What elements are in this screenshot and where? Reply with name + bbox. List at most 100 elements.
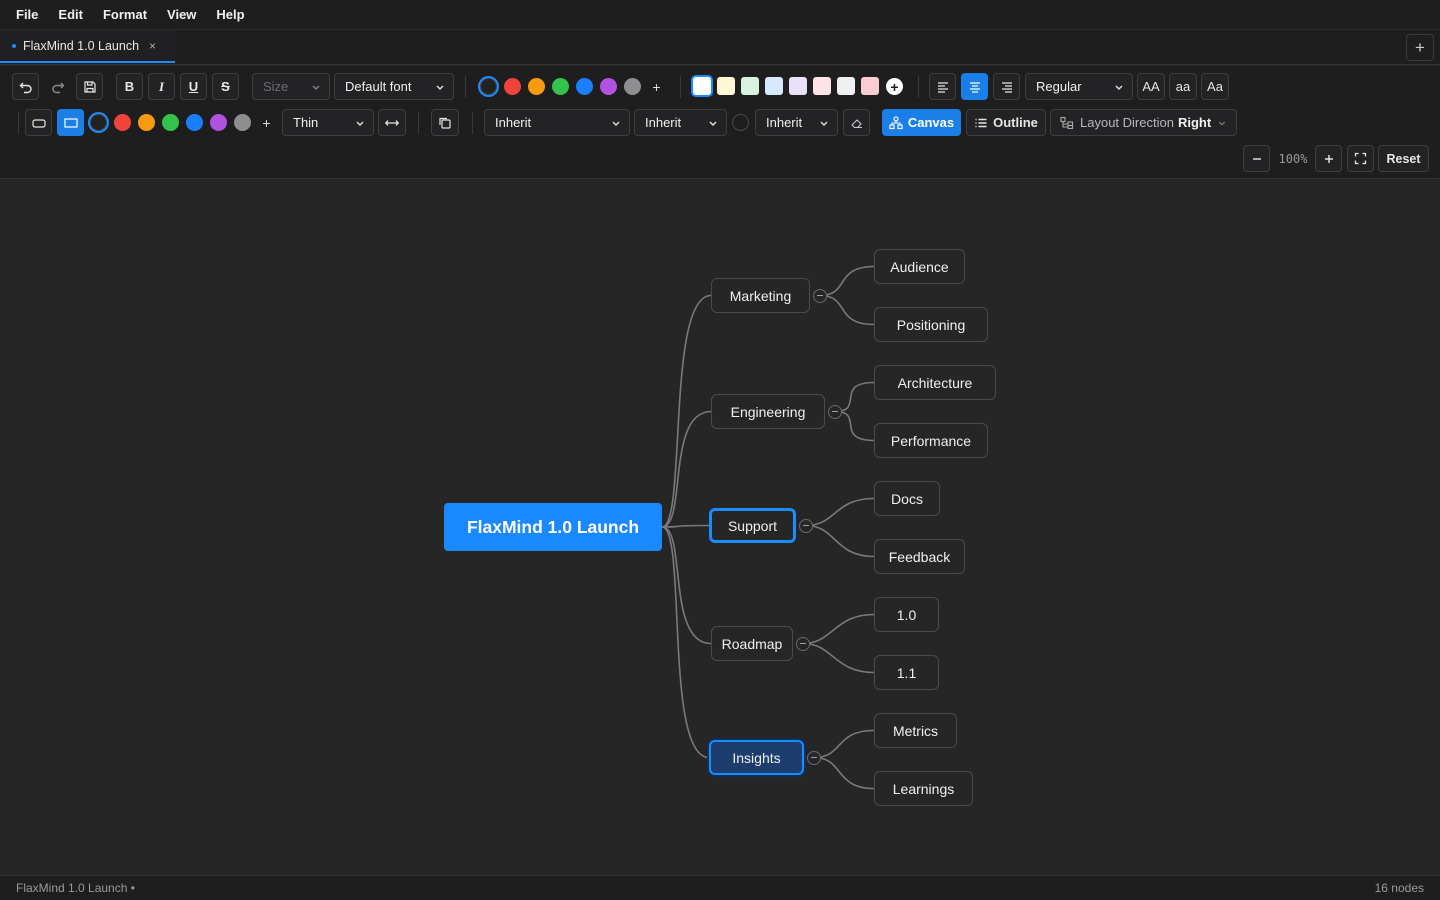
- zoom-in-button[interactable]: [1315, 145, 1342, 172]
- save-button[interactable]: [76, 73, 103, 100]
- line-style-select[interactable]: Inherit: [484, 109, 630, 136]
- branch-node-support[interactable]: Support: [709, 508, 796, 543]
- border-color-swatch[interactable]: [210, 114, 227, 131]
- strikethrough-button[interactable]: S: [212, 73, 239, 100]
- align-right-button[interactable]: [993, 73, 1020, 100]
- child-node[interactable]: Positioning: [874, 307, 988, 342]
- clear-format-button[interactable]: [843, 109, 870, 136]
- root-node[interactable]: FlaxMind 1.0 Launch: [444, 503, 662, 551]
- add-border-color-icon[interactable]: +: [258, 114, 275, 131]
- text-color-swatch[interactable]: [624, 78, 641, 95]
- tab-document[interactable]: FlaxMind 1.0 Launch ×: [0, 30, 175, 63]
- border-color-swatch[interactable]: [138, 114, 155, 131]
- bold-button[interactable]: B: [116, 73, 143, 100]
- fill-color-swatch[interactable]: [813, 77, 831, 95]
- fill-color-swatch[interactable]: [693, 77, 711, 95]
- reset-zoom-button[interactable]: Reset: [1378, 145, 1429, 172]
- fill-color-swatch[interactable]: [717, 77, 735, 95]
- undo-button[interactable]: [12, 73, 39, 100]
- connector-line: [802, 642, 875, 674]
- line-width-select[interactable]: Inherit: [634, 109, 727, 136]
- line-end-select[interactable]: Inherit: [755, 109, 838, 136]
- fullscreen-icon: [1354, 152, 1367, 165]
- collapse-toggle-icon[interactable]: [796, 636, 810, 651]
- status-bar: FlaxMind 1.0 Launch • 16 nodes: [0, 875, 1440, 900]
- fill-color-swatch[interactable]: [741, 77, 759, 95]
- text-color-swatch[interactable]: [600, 78, 617, 95]
- uppercase-button[interactable]: AA: [1137, 73, 1165, 100]
- outline-view-button[interactable]: Outline: [966, 109, 1046, 136]
- layout-direction-button[interactable]: Layout Direction Right: [1050, 109, 1237, 136]
- text-color-swatch[interactable]: [528, 78, 545, 95]
- border-color-swatch[interactable]: [90, 114, 107, 131]
- font-family-select[interactable]: Default font: [334, 73, 454, 100]
- copy-style-button[interactable]: [431, 109, 459, 136]
- font-size-placeholder: Size: [263, 79, 289, 94]
- titlecase-button[interactable]: Aa: [1201, 73, 1229, 100]
- connector-line: [802, 613, 875, 645]
- branch-node-engineering[interactable]: Engineering: [711, 394, 825, 429]
- underline-button[interactable]: U: [180, 73, 207, 100]
- list-icon: [975, 118, 987, 127]
- shape-rect-button[interactable]: [57, 109, 84, 136]
- italic-button[interactable]: I: [148, 73, 175, 100]
- child-node[interactable]: Performance: [874, 423, 988, 458]
- fill-color-swatch[interactable]: [861, 77, 879, 95]
- new-tab-button[interactable]: +: [1406, 34, 1434, 61]
- add-fill-color-icon[interactable]: +: [886, 78, 903, 95]
- rounded-rect-icon: [31, 118, 46, 128]
- child-node[interactable]: 1.1: [874, 655, 939, 690]
- child-node[interactable]: Feedback: [874, 539, 965, 574]
- border-color-swatch[interactable]: [114, 114, 131, 131]
- collapse-toggle-icon[interactable]: [799, 518, 813, 533]
- branch-node-insights[interactable]: Insights: [709, 740, 804, 775]
- canvas-view-button[interactable]: Canvas: [882, 109, 961, 136]
- branch-node-roadmap[interactable]: Roadmap: [711, 626, 793, 661]
- child-node[interactable]: 1.0: [874, 597, 939, 632]
- child-node[interactable]: Metrics: [874, 713, 957, 748]
- align-left-button[interactable]: [929, 73, 956, 100]
- lowercase-button[interactable]: aa: [1169, 73, 1197, 100]
- mindmap-canvas[interactable]: FlaxMind 1.0 Launch Marketing Audience Pos…: [0, 180, 1440, 875]
- text-color-swatch[interactable]: [480, 78, 497, 95]
- font-size-select[interactable]: Size: [252, 73, 330, 100]
- fit-screen-button[interactable]: [1347, 145, 1374, 172]
- menu-file[interactable]: File: [16, 7, 38, 22]
- align-right-icon: [1001, 81, 1012, 93]
- collapse-toggle-icon[interactable]: [813, 288, 827, 303]
- toolbar: B I U S Size Default font + + Regular AA…: [0, 66, 1440, 179]
- child-node[interactable]: Audience: [874, 249, 965, 284]
- border-color-swatch[interactable]: [162, 114, 179, 131]
- fill-color-swatch[interactable]: [765, 77, 783, 95]
- fill-color-swatch[interactable]: [789, 77, 807, 95]
- child-node[interactable]: Learnings: [874, 771, 973, 806]
- child-node[interactable]: Docs: [874, 481, 940, 516]
- text-color-swatch[interactable]: [576, 78, 593, 95]
- connector-line: [813, 756, 875, 790]
- collapse-toggle-icon[interactable]: [807, 750, 821, 765]
- tab-close-icon[interactable]: ×: [149, 39, 156, 53]
- border-color-swatch[interactable]: [186, 114, 203, 131]
- text-color-swatch[interactable]: [552, 78, 569, 95]
- align-left-icon: [937, 81, 948, 93]
- shape-rounded-button[interactable]: [25, 109, 52, 136]
- menu-format[interactable]: Format: [103, 7, 147, 22]
- font-weight-select[interactable]: Regular: [1025, 73, 1133, 100]
- child-node[interactable]: Architecture: [874, 365, 996, 400]
- border-color-swatch[interactable]: [234, 114, 251, 131]
- collapse-toggle-icon[interactable]: [828, 404, 842, 419]
- menu-help[interactable]: Help: [216, 7, 244, 22]
- text-color-swatch[interactable]: [504, 78, 521, 95]
- fill-color-swatch[interactable]: [837, 77, 855, 95]
- zoom-out-button[interactable]: [1243, 145, 1270, 172]
- width-toggle-button[interactable]: [378, 109, 406, 136]
- menu-edit[interactable]: Edit: [58, 7, 83, 22]
- branch-node-marketing[interactable]: Marketing: [711, 278, 810, 313]
- menu-view[interactable]: View: [167, 7, 196, 22]
- redo-button[interactable]: [44, 73, 71, 100]
- align-center-button[interactable]: [961, 73, 988, 100]
- add-text-color-icon[interactable]: +: [648, 78, 665, 95]
- border-width-select[interactable]: Thin: [282, 109, 374, 136]
- layout-direction-label: Layout Direction: [1080, 115, 1174, 130]
- line-color-icon[interactable]: [732, 114, 749, 131]
